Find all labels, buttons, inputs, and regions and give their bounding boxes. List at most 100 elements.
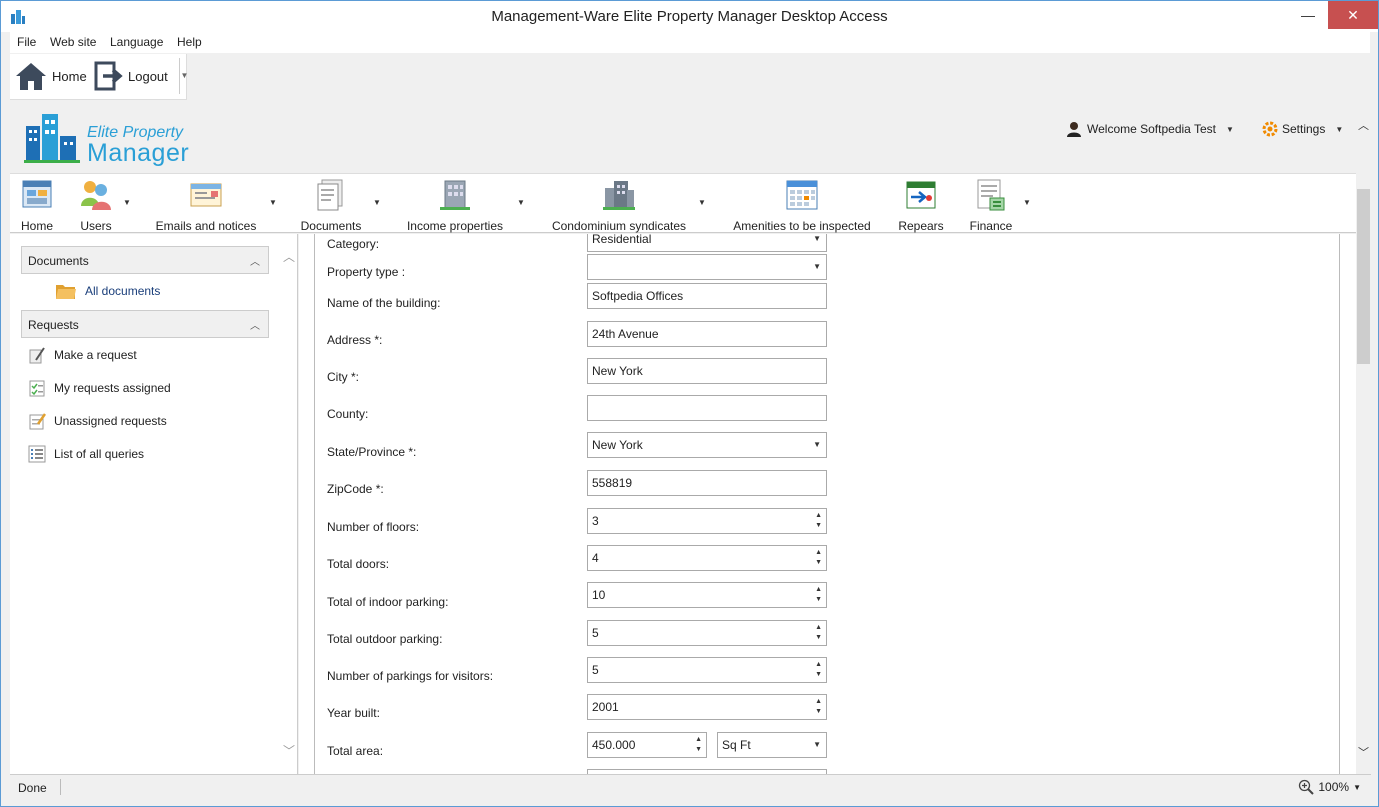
field-building-name: Name of the building: Softpedia Offices: [327, 283, 827, 310]
spinner-arrows-icon[interactable]: ▲ ▼: [815, 623, 822, 643]
address-input[interactable]: 24th Avenue: [587, 321, 827, 347]
field-label: County:: [327, 407, 369, 421]
chevron-down-icon[interactable]: ▼: [373, 198, 381, 207]
logout-button[interactable]: Logout: [94, 58, 168, 94]
chevron-down-icon[interactable]: ▼: [698, 198, 706, 207]
field-city: City *: New York: [327, 358, 827, 384]
chevron-down-icon: ▼: [813, 262, 821, 271]
field-total-area: Total area: 450.000 ▲ ▼ Sq Ft ▼: [327, 732, 827, 758]
county-input[interactable]: [587, 395, 827, 421]
chevron-down-icon[interactable]: ▼: [269, 198, 277, 207]
spinner-arrows-icon[interactable]: ▲ ▼: [815, 548, 822, 568]
property-form: Category: Residential ▼ Property type : ▼…: [299, 234, 1356, 774]
toolbar-income-properties[interactable]: Income properties ▼: [403, 178, 525, 233]
toolbar-emails[interactable]: Emails and notices ▼: [153, 178, 277, 233]
field-label: Name of the building:: [327, 296, 441, 310]
toolbar-home[interactable]: Home: [16, 178, 58, 233]
field-label: Total area:: [327, 744, 384, 758]
toolbar-emails-label: Emails and notices: [155, 219, 257, 233]
status-separator: [60, 779, 61, 795]
minimize-button[interactable]: —: [1288, 1, 1328, 29]
total-area-stepper[interactable]: 450.000 ▲ ▼: [587, 732, 707, 758]
chevron-down-icon[interactable]: ▼: [1023, 198, 1031, 207]
spinner-arrows-icon[interactable]: ▲ ▼: [815, 697, 822, 717]
app-header: Elite Property Manager Welcome Softpedia…: [10, 101, 1356, 173]
field-county: County:: [327, 395, 827, 421]
toolbar-documents[interactable]: Documents ▼: [298, 178, 381, 233]
pen-paper-icon: [29, 347, 45, 364]
spinner-arrows-icon[interactable]: ▲ ▼: [815, 660, 822, 680]
note-edit-icon: [29, 413, 46, 430]
chevron-down-icon: ▼: [1335, 124, 1344, 134]
area-unit-select[interactable]: Sq Ft ▼: [717, 732, 827, 758]
sidebar-item-all-documents[interactable]: All documents: [55, 281, 160, 301]
city-input[interactable]: New York: [587, 358, 827, 384]
sidebar-item-label: Make a request: [54, 348, 137, 362]
sidebar-item-label: My requests assigned: [54, 381, 171, 395]
repairs-icon: [906, 181, 936, 209]
indoor-parking-stepper[interactable]: 10 ▲ ▼: [587, 582, 827, 608]
menu-help[interactable]: Help: [177, 35, 202, 49]
spinner-arrows-icon[interactable]: ▲ ▼: [815, 585, 822, 605]
category-select[interactable]: Residential ▼: [587, 234, 827, 252]
sidebar-item-make-request[interactable]: Make a request: [28, 346, 137, 364]
chevron-up-icon[interactable]: ︿: [283, 248, 295, 265]
spinner-arrows-icon[interactable]: ▲ ▼: [695, 735, 702, 755]
sidebar-item-my-requests[interactable]: My requests assigned: [28, 379, 171, 397]
toolbar-amenities[interactable]: Amenities to be inspected: [729, 178, 875, 233]
zoom-control[interactable]: 100% ▼: [1298, 779, 1361, 795]
zipcode-input[interactable]: 558819: [587, 470, 827, 496]
visitor-parking-stepper[interactable]: 5 ▲ ▼: [587, 657, 827, 683]
chevron-down-icon[interactable]: ﹀: [1358, 744, 1369, 760]
settings-menu[interactable]: Settings ▼: [1262, 121, 1343, 137]
main-scrollbar[interactable]: ︿ ﹀: [1356, 101, 1371, 774]
menu-website[interactable]: Web site: [50, 35, 96, 49]
menu-file[interactable]: File: [17, 35, 36, 49]
checklist-icon: [29, 380, 45, 397]
scrollbar-thumb[interactable]: [1357, 189, 1370, 364]
sidebar-item-unassigned-requests[interactable]: Unassigned requests: [28, 412, 167, 430]
home-icon: [16, 63, 46, 90]
property-type-select[interactable]: ▼: [587, 254, 827, 280]
outdoor-parking-stepper[interactable]: 5 ▲ ▼: [587, 620, 827, 646]
chevron-up-icon[interactable]: ︿: [250, 253, 260, 268]
requests-panel-header[interactable]: Requests ︿: [21, 310, 269, 338]
documents-panel-header[interactable]: Documents ︿: [21, 246, 269, 274]
quick-home-button[interactable]: Home: [14, 58, 87, 94]
toolbar-condominium-syndicates-label: Condominium syndicates: [551, 219, 687, 233]
form-frame: [314, 234, 1340, 774]
chevron-up-icon[interactable]: ︿: [1358, 117, 1369, 133]
chevron-down-icon: ▼: [813, 740, 821, 749]
quick-access-dropdown[interactable]: ▼: [179, 58, 189, 94]
toolbar-repairs[interactable]: Repears: [897, 178, 945, 233]
toolbar-users[interactable]: Users ▼: [76, 178, 131, 233]
field-zipcode: ZipCode *: 558819: [327, 470, 827, 496]
field-label: Total doors:: [327, 557, 390, 571]
year-built-stepper[interactable]: 2001 ▲ ▼: [587, 694, 827, 720]
close-button[interactable]: ✕: [1328, 1, 1378, 29]
state-select[interactable]: New York ▼: [587, 432, 827, 458]
chevron-down-icon[interactable]: ▼: [517, 198, 525, 207]
logout-label: Logout: [128, 68, 168, 84]
chevron-down-icon[interactable]: ﹀: [283, 742, 295, 759]
main-toolbar: Home Users ▼ Emails and notices ▼ Docume…: [10, 173, 1356, 233]
email-icon: [190, 183, 222, 207]
sidebar-item-list-queries[interactable]: List of all queries: [28, 445, 144, 463]
chevron-down-icon: ▼: [1225, 124, 1234, 134]
field-address: Address *: 24th Avenue: [327, 321, 827, 347]
toolbar-condominium-syndicates[interactable]: Condominium syndicates ▼: [548, 178, 706, 233]
doors-stepper[interactable]: 4 ▲ ▼: [587, 545, 827, 571]
chevron-down-icon[interactable]: ▼: [1353, 783, 1361, 792]
field-label: Total of indoor parking:: [327, 595, 449, 609]
app-window: Management-Ware Elite Property Manager D…: [0, 0, 1379, 807]
floors-stepper[interactable]: 3 ▲ ▼: [587, 508, 827, 534]
chevron-down-icon[interactable]: ▼: [123, 198, 131, 207]
user-menu[interactable]: Welcome Softpedia Test ▼: [1066, 121, 1234, 137]
building-name-input[interactable]: Softpedia Offices: [587, 283, 827, 309]
spinner-arrows-icon[interactable]: ▲ ▼: [815, 511, 822, 531]
toolbar-finance[interactable]: Finance ▼: [967, 178, 1031, 233]
sidebar-item-label: Unassigned requests: [54, 414, 167, 428]
chevron-up-icon[interactable]: ︿: [250, 317, 260, 332]
menu-language[interactable]: Language: [110, 35, 163, 49]
logo-buildings-icon: [24, 114, 80, 163]
